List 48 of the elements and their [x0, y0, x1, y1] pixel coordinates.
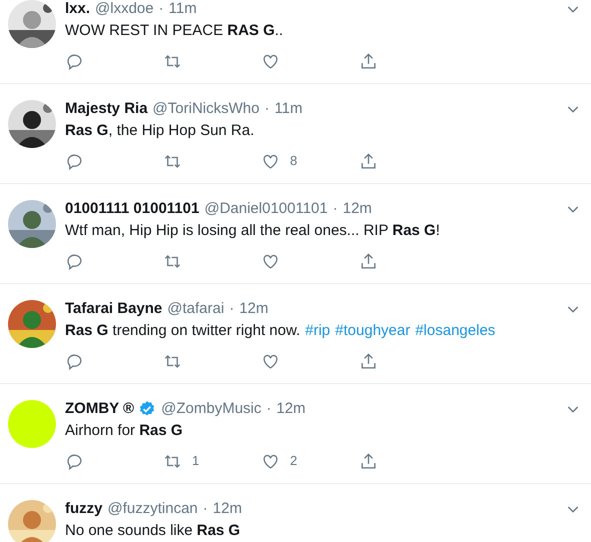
verified-badge-icon [138, 400, 156, 418]
reply-icon [65, 252, 84, 270]
separator-dot: · [202, 498, 208, 519]
separator-dot: · [229, 298, 234, 319]
separator-dot: · [332, 198, 338, 219]
tweet-time[interactable]: 12m [342, 198, 372, 220]
author-name[interactable]: fuzzy [65, 498, 102, 520]
author-handle[interactable]: @ZombyMusic [161, 398, 262, 420]
tweet-text: Wtf man, Hip Hip is losing all the real ones... RIP Ras G! [65, 221, 440, 241]
share-icon [359, 52, 378, 70]
separator-dot: · [158, 0, 164, 19]
author-handle[interactable]: @Daniel01001101 [204, 198, 328, 220]
author-name[interactable]: Majesty Ria [65, 98, 148, 120]
tweet-text: Ras G, the Hip Hop Sun Ra. [65, 121, 254, 141]
tweet-text: WOW REST IN PEACE RAS G.. [65, 21, 284, 41]
separator-dot: · [266, 398, 272, 419]
like-button[interactable]: 8 [261, 145, 359, 177]
share-icon [359, 252, 378, 270]
author-name[interactable]: ZOMBY ® [65, 398, 134, 420]
share-icon [359, 452, 378, 470]
author-handle[interactable]: @tafarai [167, 298, 224, 320]
tweet-time[interactable]: 11m [274, 98, 303, 120]
reply-icon [65, 152, 84, 170]
author-handle[interactable]: @ToriNicksWho [152, 98, 260, 120]
author-name[interactable]: 01001111 01001101 [65, 198, 200, 220]
reply-icon [65, 352, 84, 370]
share-icon [359, 152, 378, 170]
author-name[interactable]: Tafarai Bayne [65, 298, 162, 320]
author-handle[interactable]: @lxxdoe [95, 0, 154, 20]
reply-icon [65, 52, 84, 70]
tweet-text: Airhorn for Ras G [65, 421, 183, 441]
avatar[interactable] [8, 400, 56, 448]
tweet-time[interactable]: 12m [212, 498, 242, 520]
tweet-time[interactable]: 11m [168, 0, 197, 20]
like-button[interactable]: 2 [261, 445, 359, 477]
tweet-text: No one sounds like Ras G [65, 521, 240, 541]
author-name[interactable]: lxx. [65, 0, 90, 20]
reply-icon [65, 452, 84, 470]
hashtag-link[interactable]: #rip [305, 321, 330, 341]
share-icon [359, 352, 378, 370]
tweet-time[interactable]: 12m [239, 298, 268, 320]
author-handle[interactable]: @fuzzytincan [108, 498, 198, 520]
tweet-text: Ras G trending on twitter right now. [65, 321, 300, 341]
retweet-button[interactable]: 1 [163, 445, 261, 477]
hashtag-link[interactable]: #losangeles [415, 321, 496, 341]
tweet-time[interactable]: 12m [276, 398, 306, 420]
hashtag-link[interactable]: #toughyear [335, 321, 410, 341]
separator-dot: · [264, 98, 270, 119]
